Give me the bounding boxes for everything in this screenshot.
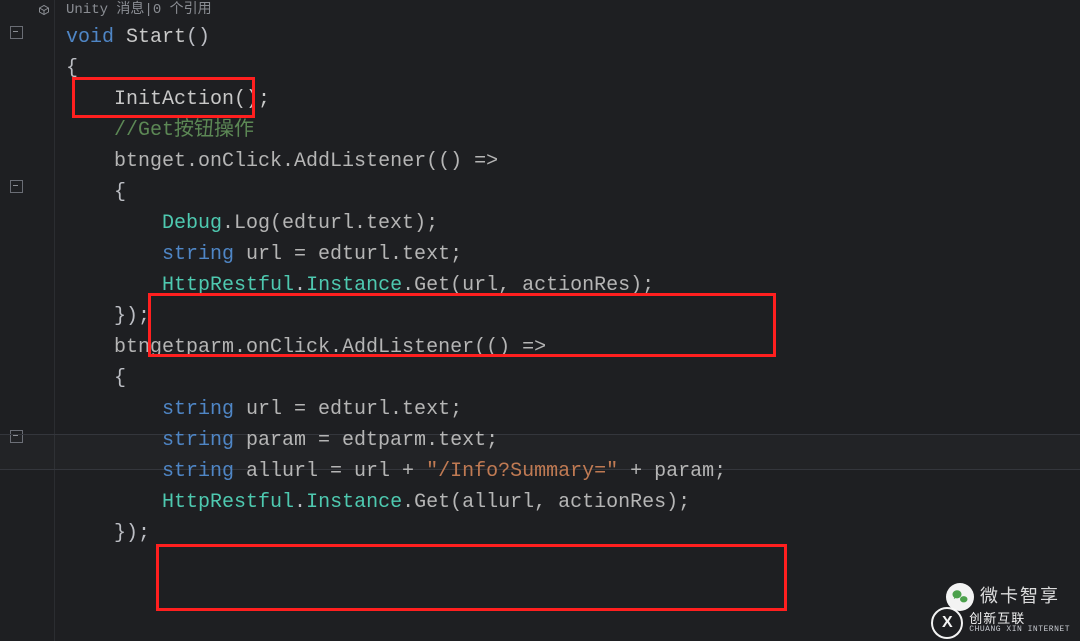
code-line[interactable]: HttpRestful.Instance.Get(url, actionRes)… [66,270,1080,301]
hint-refs: 0 个引用 [153,2,212,18]
gutter [0,0,55,641]
code-line[interactable]: string param = edtparm.text; [66,425,1080,456]
code-line[interactable]: string allurl = url + "/Info?Summary=" +… [66,456,1080,487]
fold-toggle[interactable] [10,26,23,39]
code-line[interactable]: { [66,53,1080,84]
code-line[interactable]: HttpRestful.Instance.Get(allurl, actionR… [66,487,1080,518]
code-editor[interactable]: Unity 消息|0 个引用 void Start() { InitAction… [0,0,1080,641]
fold-toggle[interactable] [10,180,23,193]
code-area[interactable]: Unity 消息|0 个引用 void Start() { InitAction… [54,0,1080,549]
highlight-box [156,544,787,611]
code-line[interactable]: //Get按钮操作 [66,115,1080,146]
code-lens: Unity 消息|0 个引用 [66,0,1080,22]
hint-source: Unity [66,2,108,18]
code-line[interactable]: }); [66,301,1080,332]
code-line[interactable]: Debug.Log(edturl.text); [66,208,1080,239]
unity-icon [38,4,50,16]
code-line[interactable]: { [66,363,1080,394]
brand-icon: X [931,607,963,639]
brand-en: CHUANG XIN INTERNET [969,626,1070,634]
brand-cn: 创新互联 [969,612,1070,626]
code-line[interactable]: { [66,177,1080,208]
code-line[interactable]: void Start() [66,22,1080,53]
fold-toggle[interactable] [10,430,23,443]
brand-badge: X 创新互联 CHUANG XIN INTERNET [931,607,1070,639]
code-line[interactable]: btngetparm.onClick.AddListener(() => [66,332,1080,363]
code-line[interactable]: btnget.onClick.AddListener(() => [66,146,1080,177]
hint-label: 消息 [116,2,144,18]
code-line[interactable]: string url = edturl.text; [66,239,1080,270]
code-line[interactable]: string url = edturl.text; [66,394,1080,425]
code-line[interactable]: }); [66,518,1080,549]
code-line[interactable]: InitAction(); [66,84,1080,115]
